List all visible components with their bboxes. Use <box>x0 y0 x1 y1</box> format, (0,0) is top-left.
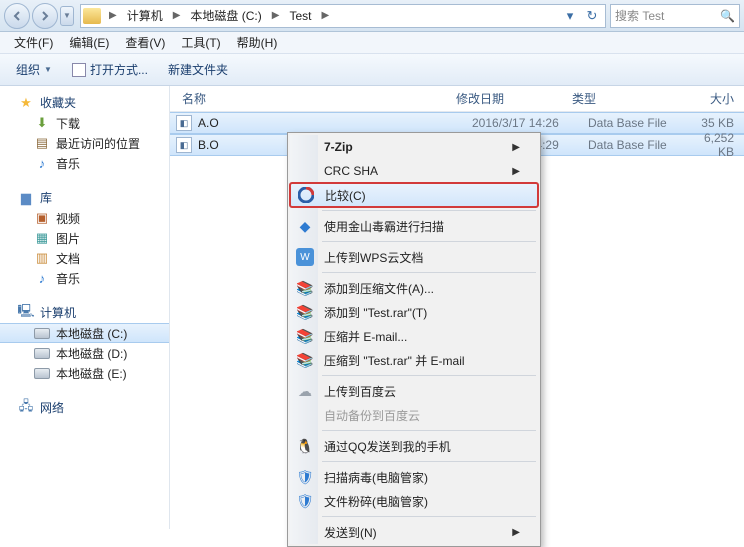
chevron-right-icon[interactable]: ▶ <box>167 10 187 21</box>
music-icon: ♪ <box>34 155 50 171</box>
guanjia-shield-icon: 🛡 <box>296 492 314 510</box>
ctx-scan-guanjia[interactable]: 🛡 扫描病毒(电脑管家) <box>290 465 538 489</box>
winrar-icon: 📚 <box>296 351 314 369</box>
column-headers: 名称 修改日期 类型 大小 <box>170 86 744 112</box>
search-icon: 🔍 <box>720 9 735 23</box>
context-menu: 7-Zip▶ CRC SHA▶ 比较(C) ◆ 使用金山毒霸进行扫描 W 上传到… <box>287 132 541 547</box>
sidebar-network[interactable]: 🖧 网络 <box>0 397 169 418</box>
sidebar-item-drive-e[interactable]: 本地磁盘 (E:) <box>0 363 169 383</box>
menu-help[interactable]: 帮助(H) <box>229 32 286 53</box>
refresh-button[interactable]: ↻ <box>581 8 603 24</box>
drive-icon <box>34 348 50 359</box>
nav-history-dropdown[interactable]: ▼ <box>60 6 74 26</box>
column-name[interactable]: 名称 <box>176 90 456 107</box>
sidebar-item-recent[interactable]: ▤最近访问的位置 <box>0 133 169 153</box>
menu-view[interactable]: 查看(V) <box>117 32 173 53</box>
sidebar-item-drive-d[interactable]: 本地磁盘 (D:) <box>0 343 169 363</box>
crumb-test[interactable]: Test <box>285 7 315 25</box>
sidebar-item-downloads[interactable]: ⬇下载 <box>0 113 169 133</box>
ctx-auto-backup-baidu: 自动备份到百度云 <box>290 403 538 427</box>
submenu-arrow-icon: ▶ <box>512 166 520 177</box>
winrar-icon: 📚 <box>296 327 314 345</box>
folder-icon <box>83 8 101 24</box>
ctx-compare[interactable]: 比较(C) <box>290 183 538 207</box>
ctx-compress-email[interactable]: 📚 压缩并 E-mail... <box>290 324 538 348</box>
address-bar: ▼ ▶ 计算机 ▶ 本地磁盘 (C:) ▶ Test ▶ ▾ ↻ 搜索 Test… <box>0 0 744 32</box>
chevron-right-icon[interactable]: ▶ <box>266 10 286 21</box>
app-icon <box>72 63 86 77</box>
chevron-right-icon[interactable]: ▶ <box>315 10 335 21</box>
drive-icon <box>34 368 50 379</box>
sidebar-item-pictures[interactable]: ▦图片 <box>0 228 169 248</box>
chevron-right-icon[interactable]: ▶ <box>103 10 123 21</box>
file-icon: ◧ <box>176 115 192 131</box>
sidebar-computer[interactable]: 🖳 计算机 <box>0 302 169 323</box>
video-icon: ▣ <box>34 210 50 226</box>
nav-forward-button[interactable] <box>32 3 58 29</box>
ctx-add-testrar[interactable]: 📚 添加到 "Test.rar"(T) <box>290 300 538 324</box>
documents-icon: ▥ <box>34 250 50 266</box>
file-row[interactable]: ◧ A.O 2016/3/17 14:26 Data Base File 35 … <box>170 112 744 134</box>
music-icon: ♪ <box>34 270 50 286</box>
menu-tools[interactable]: 工具(T) <box>173 32 228 53</box>
wps-icon: W <box>296 248 314 266</box>
download-icon: ⬇ <box>34 115 50 131</box>
pictures-icon: ▦ <box>34 230 50 246</box>
winrar-icon: 📚 <box>296 279 314 297</box>
navigation-pane: ★ 收藏夹 ⬇下载 ▤最近访问的位置 ♪音乐 ▆ 库 ▣视频 ▦图片 ▥文档 ♪… <box>0 86 170 529</box>
compare-icon <box>297 186 315 204</box>
chevron-down-icon: ▼ <box>44 65 52 74</box>
jinshan-icon: ◆ <box>296 217 314 235</box>
ctx-compress-testrar-email[interactable]: 📚 压缩到 "Test.rar" 并 E-mail <box>290 348 538 372</box>
submenu-arrow-icon: ▶ <box>512 527 520 538</box>
sidebar-item-music2[interactable]: ♪音乐 <box>0 268 169 288</box>
star-icon: ★ <box>18 95 34 111</box>
sidebar-favorites[interactable]: ★ 收藏夹 <box>0 92 169 113</box>
sidebar-libraries[interactable]: ▆ 库 <box>0 187 169 208</box>
ctx-shred-guanjia[interactable]: 🛡 文件粉碎(电脑管家) <box>290 489 538 513</box>
column-date[interactable]: 修改日期 <box>456 90 572 107</box>
toolbar-new-folder[interactable]: 新建文件夹 <box>158 57 238 82</box>
crumb-drive-c[interactable]: 本地磁盘 (C:) <box>186 5 265 26</box>
ctx-add-archive[interactable]: 📚 添加到压缩文件(A)... <box>290 276 538 300</box>
breadcrumb-bar[interactable]: ▶ 计算机 ▶ 本地磁盘 (C:) ▶ Test ▶ ▾ ↻ <box>80 4 606 28</box>
baidu-icon: ☁ <box>296 382 314 400</box>
file-icon: ◧ <box>176 137 192 153</box>
menu-edit[interactable]: 编辑(E) <box>61 32 117 53</box>
ctx-crc-sha[interactable]: CRC SHA▶ <box>290 159 538 183</box>
qq-icon: 🐧 <box>296 437 314 455</box>
ctx-upload-baidu[interactable]: ☁ 上传到百度云 <box>290 379 538 403</box>
computer-icon: 🖳 <box>18 305 34 321</box>
ctx-wps-cloud[interactable]: W 上传到WPS云文档 <box>290 245 538 269</box>
sidebar-item-music[interactable]: ♪音乐 <box>0 153 169 173</box>
ctx-7zip[interactable]: 7-Zip▶ <box>290 135 538 159</box>
submenu-arrow-icon: ▶ <box>512 142 520 153</box>
sidebar-item-documents[interactable]: ▥文档 <box>0 248 169 268</box>
library-icon: ▆ <box>18 190 34 206</box>
column-size[interactable]: 大小 <box>678 90 744 107</box>
menu-bar: 文件(F) 编辑(E) 查看(V) 工具(T) 帮助(H) <box>0 32 744 54</box>
toolbar-organize[interactable]: 组织▼ <box>6 57 62 82</box>
winrar-icon: 📚 <box>296 303 314 321</box>
toolbar-open-mode[interactable]: 打开方式... <box>62 57 158 82</box>
network-icon: 🖧 <box>18 400 34 416</box>
nav-back-button[interactable] <box>4 3 30 29</box>
crumb-computer[interactable]: 计算机 <box>123 5 167 26</box>
column-type[interactable]: 类型 <box>572 90 678 107</box>
toolbar: 组织▼ 打开方式... 新建文件夹 <box>0 54 744 86</box>
ctx-send-to[interactable]: 发送到(N)▶ <box>290 520 538 544</box>
guanjia-shield-icon: 🛡 <box>296 468 314 486</box>
ctx-jinshan-scan[interactable]: ◆ 使用金山毒霸进行扫描 <box>290 214 538 238</box>
recent-icon: ▤ <box>34 135 50 151</box>
sidebar-item-videos[interactable]: ▣视频 <box>0 208 169 228</box>
search-input[interactable]: 搜索 Test 🔍 <box>610 4 740 28</box>
breadcrumb-dropdown[interactable]: ▾ <box>559 8 581 24</box>
drive-icon <box>34 328 50 339</box>
sidebar-item-drive-c[interactable]: 本地磁盘 (C:) <box>0 323 169 343</box>
ctx-send-qq[interactable]: 🐧 通过QQ发送到我的手机 <box>290 434 538 458</box>
menu-file[interactable]: 文件(F) <box>6 32 61 53</box>
